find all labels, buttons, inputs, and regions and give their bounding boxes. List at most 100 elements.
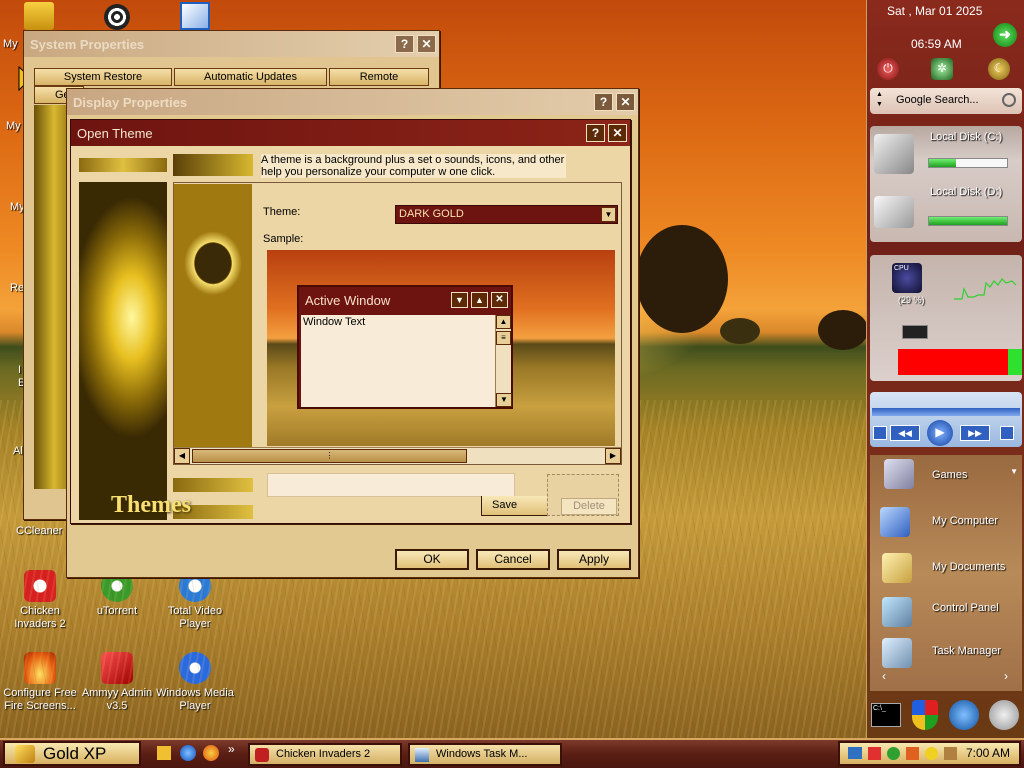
window-title: System Properties (30, 36, 145, 52)
eject-icon[interactable] (1000, 426, 1014, 440)
desktop-icon-chicken-invaders[interactable]: Chicken Invaders 2 (0, 570, 80, 631)
task-label: Chicken Invaders 2 (276, 748, 371, 760)
google-search-box[interactable]: ▲ ▼ Google Search... (870, 88, 1022, 114)
window-title: Display Properties (73, 94, 188, 110)
start-button[interactable]: Gold XP (3, 741, 141, 766)
command-prompt-icon[interactable]: C:\_ (871, 703, 901, 727)
tray-security-icon[interactable] (887, 747, 900, 760)
restart-icon[interactable]: ✲ (931, 58, 953, 80)
tab-automatic-updates[interactable]: Automatic Updates (174, 68, 327, 86)
desktop-icon-ammyy-admin[interactable]: Ammyy Admin v3.5 (77, 652, 157, 713)
tray-ammyy-icon[interactable] (868, 747, 881, 760)
power-icon[interactable]: ⏻ (877, 58, 899, 80)
control-panel-icon[interactable] (882, 597, 912, 627)
disk-label: Local Disk (C:) (930, 131, 1003, 143)
help-button[interactable]: ? (586, 124, 605, 142)
sidebar-link-my-documents[interactable]: My Documents (932, 561, 1005, 573)
scroll-left-icon[interactable]: ◀ (174, 448, 190, 464)
scroll-thumb[interactable]: ⋮ (192, 449, 467, 463)
open-theme-titlebar[interactable]: Open Theme ? ✕ (71, 120, 630, 146)
games-icon[interactable] (884, 459, 914, 489)
icon-label: Fire Screens... (4, 700, 76, 712)
help-button[interactable]: ? (395, 35, 414, 53)
sidebar-link-games[interactable]: Games (932, 469, 967, 481)
desktop-icon-total-video-player[interactable]: Total Video Player (155, 570, 235, 631)
chevron-down-icon[interactable]: ▼ (1010, 467, 1018, 476)
task-chicken-invaders[interactable]: Chicken Invaders 2 (248, 743, 402, 766)
sample-window-body: Window Text (301, 315, 495, 407)
search-icon[interactable] (1002, 93, 1016, 107)
stop-icon[interactable] (873, 426, 887, 440)
my-computer-icon[interactable] (880, 507, 910, 537)
icon-label: Invaders 2 (14, 618, 66, 630)
ok-button[interactable]: OK (395, 549, 469, 570)
apply-button[interactable]: Apply (557, 549, 631, 570)
task-windows-task-manager[interactable]: Windows Task M... (408, 743, 562, 766)
scroll-up-icon: ▲ (496, 315, 511, 329)
speaker-icon[interactable] (989, 700, 1019, 730)
quicklaunch-folder-icon[interactable] (157, 746, 171, 760)
target-icon[interactable] (104, 4, 130, 30)
cpu-meter-icon: CPU (892, 263, 922, 293)
network-globe-icon[interactable] (949, 700, 979, 730)
save-button[interactable]: Save (481, 496, 555, 516)
close-button[interactable]: ✕ (608, 124, 627, 142)
sidebar-link-control-panel[interactable]: Control Panel (932, 602, 999, 614)
cancel-button[interactable]: Cancel (476, 549, 550, 570)
icon-label: Total Video (167, 605, 223, 617)
sample-scrollbar: ▲ ≡ ▼ (495, 315, 512, 407)
theme-preview-strip (173, 154, 253, 176)
scroll-right-icon[interactable]: ▶ (605, 448, 621, 464)
tray-tools-icon[interactable] (944, 747, 957, 760)
close-button[interactable]: ✕ (417, 35, 436, 53)
quicklaunch-firefox-icon[interactable] (203, 745, 219, 761)
icon-label: v3.5 (106, 700, 128, 712)
tray-network-icon[interactable] (848, 747, 862, 759)
desktop-label: My (3, 38, 18, 50)
tab-system-restore[interactable]: System Restore (34, 68, 172, 86)
desktop-label: I (18, 364, 22, 376)
theme-name-input[interactable] (267, 473, 515, 497)
close-icon: ✕ (491, 292, 508, 308)
sidebar-link-task-manager[interactable]: Task Manager (932, 645, 1001, 657)
desktop-icon-configure-fire-screensaver[interactable]: Configure Free Fire Screens... (0, 652, 80, 713)
media-player-gadget[interactable]: ◀◀ ▶ ▶▶ (870, 392, 1022, 447)
theme-artwork-left (79, 182, 167, 520)
chevron-left-icon[interactable]: ‹ (882, 669, 886, 683)
ammyy-admin-icon (101, 652, 133, 684)
standby-icon[interactable]: ☾ (988, 58, 1010, 80)
app-icon[interactable] (180, 2, 210, 30)
desktop-icon-windows-media-player[interactable]: Windows Media Player (155, 652, 235, 713)
display-properties-titlebar[interactable]: Display Properties ? ✕ (67, 89, 638, 115)
fire-icon (24, 652, 56, 684)
close-button[interactable]: ✕ (616, 93, 635, 111)
scroll-down-icon: ▼ (496, 393, 512, 407)
search-scroll-icon: ▲ ▼ (876, 91, 883, 108)
open-theme-window[interactable]: Open Theme ? ✕ Themes A theme is a backg… (70, 119, 631, 524)
horizontal-scrollbar[interactable]: ◀ ⋮ ▶ (174, 447, 621, 464)
maximize-icon: ▲ (471, 292, 488, 308)
quicklaunch-more-icon[interactable]: » (228, 742, 235, 756)
tray-antivirus-icon[interactable] (906, 747, 919, 760)
arrow-right-icon[interactable]: ➜ (993, 23, 1017, 47)
rewind-icon[interactable]: ◀◀ (890, 425, 920, 441)
fast-forward-icon[interactable]: ▶▶ (960, 425, 990, 441)
chevron-right-icon[interactable]: › (1004, 669, 1008, 683)
tray-smiley-icon[interactable] (925, 747, 938, 760)
system-properties-titlebar[interactable]: System Properties ? ✕ (24, 31, 439, 57)
quicklaunch-ie-icon[interactable] (180, 745, 196, 761)
media-progress-bar[interactable] (872, 408, 1020, 416)
help-button[interactable]: ? (594, 93, 613, 111)
delete-button-face[interactable]: Delete (561, 498, 617, 515)
description-line: A theme is a background plus a set o sou… (261, 154, 566, 166)
shield-icon[interactable] (912, 700, 938, 730)
task-manager-icon[interactable] (882, 638, 912, 668)
task-label: Windows Task M... (436, 748, 528, 760)
sidebar-link-my-computer[interactable]: My Computer (932, 515, 998, 527)
tab-remote[interactable]: Remote (329, 68, 429, 86)
desktop-label: Al (13, 445, 23, 457)
play-icon[interactable]: ▶ (927, 420, 953, 446)
sample-active-window: Active Window ▼ ▲ ✕ Window Text ▲ ≡ ▼ (297, 285, 513, 409)
folder-icon[interactable] (24, 2, 54, 30)
my-documents-icon[interactable] (882, 553, 912, 583)
